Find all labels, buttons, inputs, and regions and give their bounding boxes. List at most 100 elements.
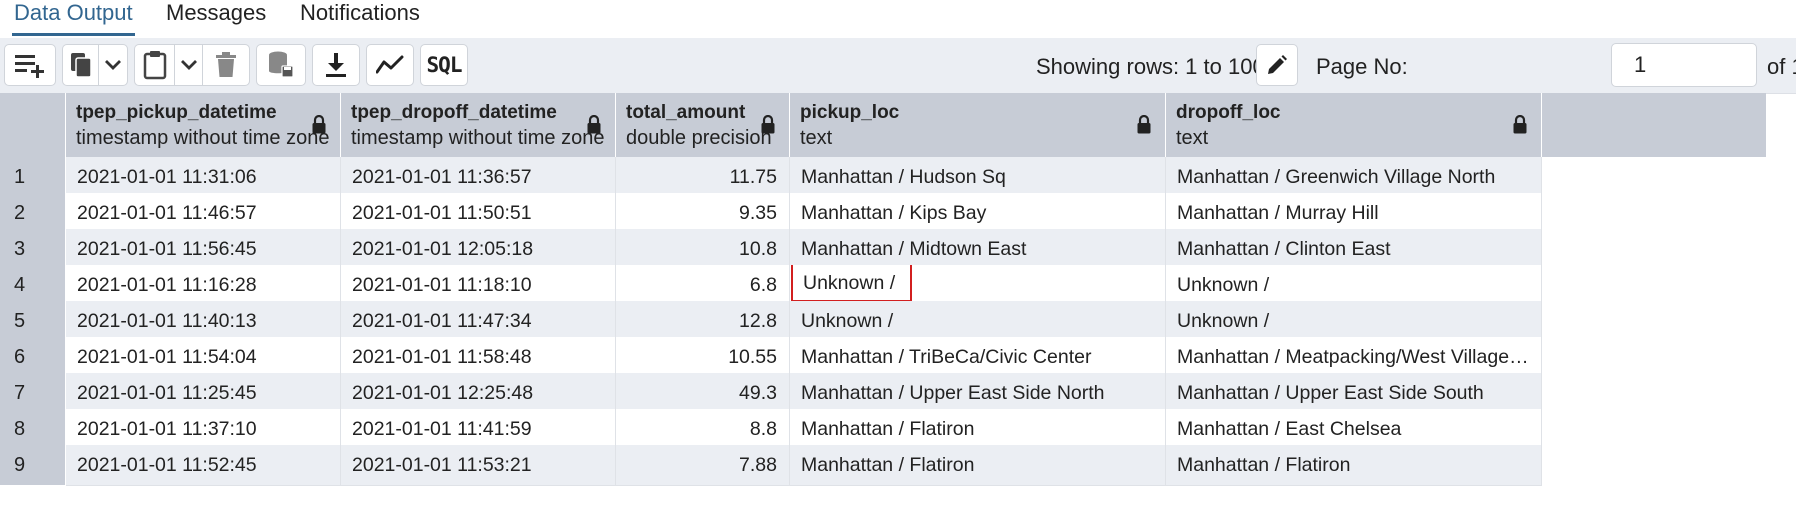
cell-dropoff-datetime[interactable]: 2021-01-01 11:41:59: [341, 409, 616, 450]
cell-total-amount[interactable]: 8.8: [616, 409, 790, 450]
chevron-down-icon: [105, 60, 121, 70]
column-header-tpep-dropoff-datetime[interactable]: tpep_dropoff_datetime timestamp without …: [341, 93, 616, 157]
selected-cell-outline[interactable]: Unknown /: [791, 265, 912, 302]
tab-messages[interactable]: Messages: [166, 0, 266, 36]
page-no-label: Page No:: [1316, 54, 1408, 79]
cell-dropoff-loc[interactable]: Manhattan / Clinton East: [1166, 229, 1542, 270]
cell-total-amount[interactable]: 9.35: [616, 193, 790, 234]
row-number[interactable]: 7: [0, 373, 66, 414]
cell-pickup-loc[interactable]: Manhattan / Kips Bay: [790, 193, 1166, 234]
column-header-total-amount[interactable]: total_amount double precision: [616, 93, 790, 157]
add-row-button[interactable]: [4, 44, 56, 86]
lock-icon: [312, 115, 326, 134]
showing-rows-label: Showing rows: 1 to 100: [1036, 54, 1265, 79]
table-row: 9 2021-01-01 11:52:45 2021-01-01 11:53:2…: [0, 445, 1766, 486]
cell-dropoff-loc[interactable]: Manhattan / Flatiron: [1166, 445, 1542, 486]
row-number[interactable]: 4: [0, 265, 66, 306]
cell-dropoff-datetime[interactable]: 2021-01-01 11:36:57: [341, 157, 616, 198]
cell-dropoff-loc[interactable]: Manhattan / Murray Hill: [1166, 193, 1542, 234]
cell-dropoff-datetime[interactable]: 2021-01-01 12:25:48: [341, 373, 616, 414]
cell-total-amount[interactable]: 11.75: [616, 157, 790, 198]
cell-pickup-datetime[interactable]: 2021-01-01 11:56:45: [66, 229, 341, 270]
edit-page-size-button[interactable]: [1256, 44, 1298, 86]
grid-header: tpep_pickup_datetime timestamp without t…: [0, 93, 1766, 157]
cell-pickup-datetime[interactable]: 2021-01-01 11:40:13: [66, 301, 341, 342]
paste-options-dropdown[interactable]: [174, 44, 202, 86]
row-number[interactable]: 3: [0, 229, 66, 270]
row-number[interactable]: 5: [0, 301, 66, 342]
cell-pickup-loc[interactable]: Unknown /: [790, 301, 1166, 342]
tab-notifications[interactable]: Notifications: [300, 0, 420, 36]
cell-pickup-loc[interactable]: Manhattan / Midtown East: [790, 229, 1166, 270]
lock-icon: [1513, 115, 1527, 134]
cell-dropoff-datetime[interactable]: 2021-01-01 11:58:48: [341, 337, 616, 378]
cell-pickup-loc[interactable]: Manhattan / Upper East Side North: [790, 373, 1166, 414]
save-data-icon: [269, 51, 294, 78]
cell-dropoff-loc[interactable]: Manhattan / East Chelsea: [1166, 409, 1542, 450]
delete-icon: [216, 52, 236, 77]
cell-dropoff-datetime[interactable]: 2021-01-01 11:53:21: [341, 445, 616, 486]
cell-total-amount[interactable]: 10.55: [616, 337, 790, 378]
cell-dropoff-datetime[interactable]: 2021-01-01 11:50:51: [341, 193, 616, 234]
cell-total-amount[interactable]: 12.8: [616, 301, 790, 342]
add-row-icon: [15, 55, 44, 78]
column-type: text: [800, 127, 833, 149]
row-number[interactable]: 1: [0, 157, 66, 198]
copy-sql-button[interactable]: SQL: [420, 44, 468, 86]
cell-total-amount[interactable]: 6.8: [616, 265, 790, 306]
cell-pickup-datetime[interactable]: 2021-01-01 11:31:06: [66, 157, 341, 198]
column-header-dropoff-loc[interactable]: dropoff_loc text: [1166, 93, 1542, 157]
cell-pickup-datetime[interactable]: 2021-01-01 11:54:04: [66, 337, 341, 378]
cell-pickup-datetime[interactable]: 2021-01-01 11:52:45: [66, 445, 341, 486]
save-data-button[interactable]: [256, 44, 306, 86]
cell-pickup-loc[interactable]: Manhattan / Hudson Sq: [790, 157, 1166, 198]
row-number[interactable]: 9: [0, 445, 66, 486]
cell-dropoff-loc[interactable]: Manhattan / Meatpacking/West Village Wes…: [1166, 337, 1542, 378]
cell-dropoff-datetime[interactable]: 2021-01-01 11:47:34: [341, 301, 616, 342]
cell-total-amount[interactable]: 49.3: [616, 373, 790, 414]
lock-icon: [761, 115, 775, 134]
cell-dropoff-datetime[interactable]: 2021-01-01 11:18:10: [341, 265, 616, 306]
download-button[interactable]: [312, 44, 360, 86]
cell-pickup-datetime[interactable]: 2021-01-01 11:25:45: [66, 373, 341, 414]
cell-dropoff-loc[interactable]: Unknown /: [1166, 265, 1542, 306]
row-number[interactable]: 6: [0, 337, 66, 378]
cell-dropoff-loc[interactable]: Manhattan / Greenwich Village North: [1166, 157, 1542, 198]
cell-pickup-datetime[interactable]: 2021-01-01 11:37:10: [66, 409, 341, 450]
lock-icon: [1137, 115, 1151, 134]
copy-options-dropdown[interactable]: [98, 44, 128, 86]
tab-data-output[interactable]: Data Output: [12, 0, 135, 36]
delete-button[interactable]: [202, 44, 250, 86]
row-number[interactable]: 8: [0, 409, 66, 450]
cell-pickup-loc[interactable]: Manhattan / Flatiron: [790, 409, 1166, 450]
graph-icon: [376, 55, 404, 74]
copy-button[interactable]: [62, 44, 98, 86]
cell-pickup-loc[interactable]: Unknown /: [790, 265, 1166, 306]
column-header-tpep-pickup-datetime[interactable]: tpep_pickup_datetime timestamp without t…: [66, 93, 341, 157]
cell-dropoff-loc[interactable]: Manhattan / Upper East Side South: [1166, 373, 1542, 414]
cell-pickup-loc[interactable]: Manhattan / Flatiron: [790, 445, 1166, 486]
page-number-input[interactable]: [1611, 43, 1757, 87]
data-grid: tpep_pickup_datetime timestamp without t…: [0, 93, 1796, 525]
column-name: tpep_pickup_datetime: [76, 102, 277, 123]
table-row: 4 2021-01-01 11:16:28 2021-01-01 11:18:1…: [0, 265, 1766, 306]
lock-icon: [587, 115, 601, 134]
column-type: timestamp without time zone: [351, 127, 605, 149]
pencil-icon: [1268, 55, 1287, 74]
select-all-cell[interactable]: [0, 93, 66, 157]
sql-label: SQL: [426, 53, 463, 77]
cell-pickup-loc[interactable]: Manhattan / TriBeCa/Civic Center: [790, 337, 1166, 378]
cell-pickup-datetime[interactable]: 2021-01-01 11:16:28: [66, 265, 341, 306]
paste-button[interactable]: [134, 44, 174, 86]
cell-pickup-datetime[interactable]: 2021-01-01 11:46:57: [66, 193, 341, 234]
cell-dropoff-datetime[interactable]: 2021-01-01 12:05:18: [341, 229, 616, 270]
cell-total-amount[interactable]: 10.8: [616, 229, 790, 270]
column-header-pickup-loc[interactable]: pickup_loc text: [790, 93, 1166, 157]
paste-icon: [143, 51, 166, 80]
cell-dropoff-loc[interactable]: Unknown /: [1166, 301, 1542, 342]
column-name: dropoff_loc: [1176, 102, 1281, 123]
table-row: 6 2021-01-01 11:54:04 2021-01-01 11:58:4…: [0, 337, 1766, 378]
graph-visualiser-button[interactable]: [366, 44, 414, 86]
cell-total-amount[interactable]: 7.88: [616, 445, 790, 486]
row-number[interactable]: 2: [0, 193, 66, 234]
